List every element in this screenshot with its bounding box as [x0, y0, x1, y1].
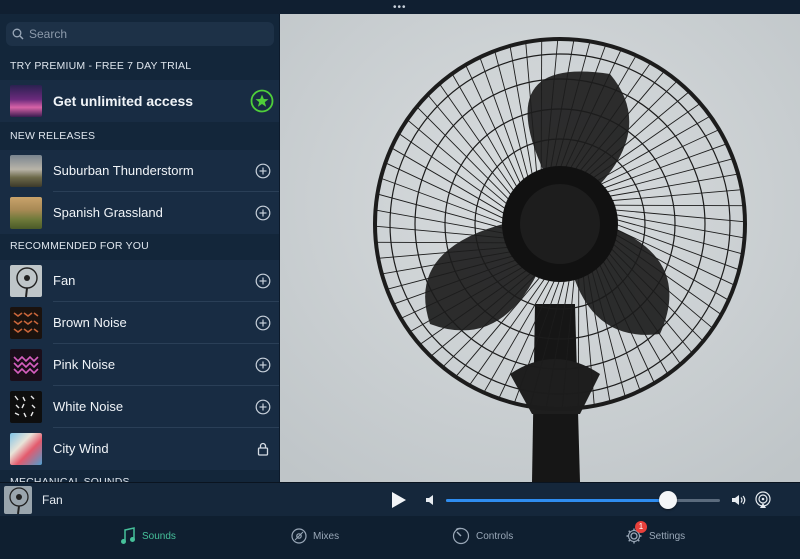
- add-circle-icon[interactable]: [255, 399, 271, 415]
- item-label: Brown Noise: [53, 315, 127, 330]
- item-label: Suburban Thunderstorm: [53, 163, 194, 178]
- tab-controls[interactable]: Controls: [452, 524, 513, 548]
- premium-row[interactable]: Get unlimited access: [0, 80, 279, 122]
- timer-icon: [452, 527, 470, 545]
- thumbnail-pink-noise: [10, 349, 42, 381]
- multitasking-handle[interactable]: •••: [393, 2, 407, 13]
- thumbnail-brown-noise: [10, 307, 42, 339]
- item-label: White Noise: [53, 399, 124, 414]
- tab-label: Controls: [476, 530, 514, 542]
- tab-label: Sounds: [142, 530, 176, 542]
- volume-knob[interactable]: [658, 491, 677, 509]
- thumbnail-spanish-grassland: [10, 197, 42, 229]
- now-playing-thumbnail[interactable]: [4, 486, 32, 514]
- multitasking-bar: •••: [0, 0, 800, 14]
- tab-settings[interactable]: 1 Settings: [625, 521, 686, 548]
- add-circle-icon[interactable]: [255, 273, 271, 289]
- sidebar: Search TRY PREMIUM - FREE 7 DAY TRIAL Ge…: [0, 14, 279, 482]
- thumbnail-suburban-thunderstorm: [10, 155, 42, 187]
- search-icon: [12, 28, 24, 40]
- tab-mixes[interactable]: Mixes: [291, 524, 339, 548]
- volume-fill: [446, 499, 668, 502]
- app-window: ••• Search TRY PREMIUM - FREE 7 DAY TRIA…: [0, 0, 800, 559]
- tab-label: Settings: [649, 530, 686, 542]
- section-premium: TRY PREMIUM - FREE 7 DAY TRIAL: [10, 60, 192, 72]
- list-item[interactable]: Brown Noise: [0, 302, 279, 344]
- volume-high-icon[interactable]: [731, 493, 747, 507]
- music-note-icon: [121, 527, 135, 544]
- tab-bar: Sounds Mixes Controls 1 Settings: [0, 516, 800, 559]
- thumbnail-white-noise: [10, 391, 42, 423]
- list-item[interactable]: Pink Noise: [0, 344, 279, 386]
- section-mechanical: MECHANICAL SOUNDS: [10, 476, 130, 482]
- list-item[interactable]: Spanish Grassland: [0, 192, 279, 234]
- list-item[interactable]: Fan: [0, 260, 279, 302]
- list-item[interactable]: City Wind: [0, 428, 279, 470]
- play-icon[interactable]: [391, 491, 407, 509]
- premium-thumbnail: [10, 85, 42, 117]
- item-label: City Wind: [53, 441, 109, 456]
- lock-icon[interactable]: [255, 441, 271, 457]
- section-recommended: RECOMMENDED FOR YOU: [10, 240, 149, 252]
- tab-sounds[interactable]: Sounds: [120, 524, 176, 548]
- now-playing-bar: Fan: [0, 482, 800, 516]
- thumbnail-city-wind: [10, 433, 42, 465]
- volume-low-icon[interactable]: [425, 494, 437, 506]
- search-placeholder: Search: [29, 27, 68, 41]
- list-item[interactable]: Suburban Thunderstorm: [0, 150, 279, 192]
- sound-artwork-image: [280, 14, 800, 482]
- thumbnail-fan: [10, 265, 42, 297]
- volume-slider[interactable]: [446, 491, 720, 509]
- airplay-icon[interactable]: [754, 491, 772, 509]
- item-label: Pink Noise: [53, 357, 116, 372]
- premium-label: Get unlimited access: [53, 93, 194, 109]
- item-label: Fan: [53, 273, 76, 288]
- mixes-disc-icon: [291, 528, 307, 544]
- add-circle-icon[interactable]: [255, 357, 271, 373]
- add-circle-icon[interactable]: [255, 315, 271, 331]
- premium-star-icon[interactable]: [250, 89, 274, 113]
- settings-icon-wrap: 1: [625, 521, 647, 545]
- add-circle-icon[interactable]: [255, 163, 271, 179]
- now-playing-title[interactable]: Fan: [42, 493, 63, 507]
- item-label: Spanish Grassland: [53, 205, 163, 220]
- search-input[interactable]: Search: [6, 22, 274, 46]
- add-circle-icon[interactable]: [255, 205, 271, 221]
- tab-label: Mixes: [313, 530, 340, 542]
- fan-illustration: [280, 14, 800, 482]
- section-new-releases: NEW RELEASES: [10, 130, 96, 142]
- notification-badge: 1: [635, 521, 647, 533]
- list-item[interactable]: White Noise: [0, 386, 279, 428]
